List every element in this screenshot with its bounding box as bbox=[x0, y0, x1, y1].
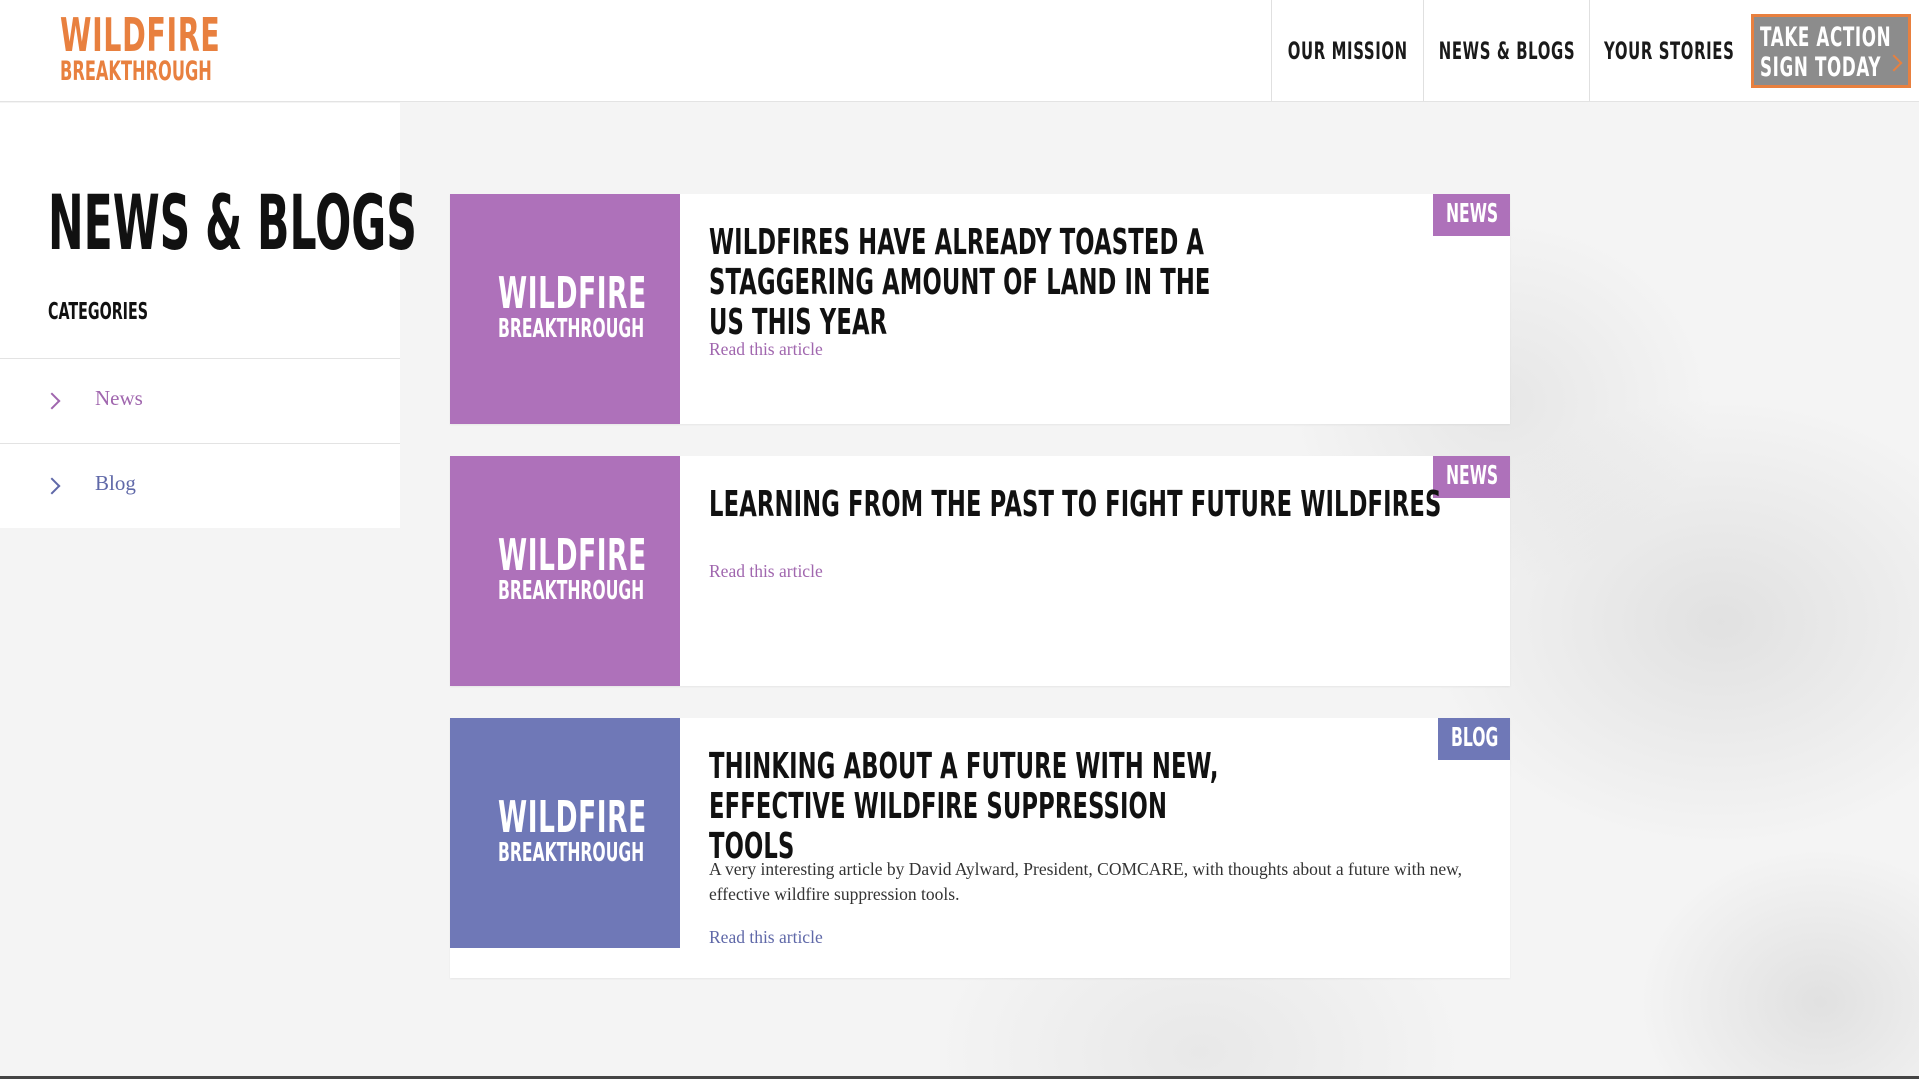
category-badge: BLOG bbox=[1438, 718, 1510, 760]
nav-your-stories[interactable]: YOUR STORIES bbox=[1589, 0, 1749, 101]
categories-heading: CATEGORIES bbox=[48, 299, 148, 325]
chevron-right-icon bbox=[43, 477, 61, 495]
article-excerpt: A very interesting article by David Aylw… bbox=[709, 859, 1463, 904]
sidebar: NEWS & BLOGS CATEGORIES News Blog bbox=[0, 103, 417, 528]
category-badge: NEWS bbox=[1433, 194, 1510, 236]
thumbnail-logo-line-2: BREAKTHROUGH bbox=[498, 838, 645, 868]
logo-line-2: BREAKTHROUGH bbox=[60, 56, 212, 87]
main-nav: OUR MISSION NEWS & BLOGS YOUR STORIES TA… bbox=[1271, 0, 1919, 102]
cta-line-1: TAKE ACTION bbox=[1760, 22, 1892, 53]
thumbnail-logo-line-1: WILDFIRE bbox=[498, 268, 647, 319]
category-news-label: News bbox=[95, 386, 143, 410]
chevron-right-icon bbox=[43, 392, 61, 410]
take-action-button[interactable]: TAKE ACTION SIGN TODAY bbox=[1751, 14, 1911, 88]
page-title: NEWS & BLOGS bbox=[48, 178, 417, 267]
category-blog-label: Blog bbox=[95, 471, 136, 495]
thumbnail-logo-line-1: WILDFIRE bbox=[498, 792, 647, 843]
logo-line-1: WILDFIRE bbox=[60, 8, 221, 62]
nav-news-blogs[interactable]: NEWS & BLOGS bbox=[1423, 0, 1589, 101]
category-news[interactable]: News bbox=[0, 358, 400, 442]
article-thumbnail[interactable]: WILDFIRE BREAKTHROUGH bbox=[450, 194, 680, 424]
thumbnail-logo: WILDFIRE BREAKTHROUGH bbox=[490, 534, 646, 608]
article-card: WILDFIRE BREAKTHROUGH NEWS LEARNING FROM… bbox=[450, 456, 1510, 686]
nav-your-stories-label: YOUR STORIES bbox=[1604, 36, 1735, 65]
category-blog[interactable]: Blog bbox=[0, 443, 400, 527]
article-thumbnail[interactable]: WILDFIRE BREAKTHROUGH bbox=[450, 456, 680, 686]
article-thumbnail[interactable]: WILDFIRE BREAKTHROUGH bbox=[450, 718, 680, 948]
site-header: WILDFIRE BREAKTHROUGH OUR MISSION NEWS &… bbox=[0, 0, 1919, 102]
read-article-link[interactable]: Read this article bbox=[709, 561, 823, 582]
thumbnail-logo-line-2: BREAKTHROUGH bbox=[498, 314, 645, 344]
nav-our-mission-label: OUR MISSION bbox=[1287, 36, 1408, 65]
article-title[interactable]: THINKING ABOUT A FUTURE WITH NEW, EFFECT… bbox=[709, 747, 1226, 867]
article-card: WILDFIRE BREAKTHROUGH BLOG THINKING ABOU… bbox=[450, 718, 1510, 978]
article-title[interactable]: WILDFIRES HAVE ALREADY TOASTED A STAGGER… bbox=[709, 223, 1238, 343]
nav-our-mission[interactable]: OUR MISSION bbox=[1271, 0, 1423, 101]
chevron-right-icon bbox=[1885, 54, 1903, 72]
thumbnail-logo-line-1: WILDFIRE bbox=[498, 530, 647, 581]
cta-line-2: SIGN TODAY bbox=[1760, 52, 1882, 83]
thumbnail-logo: WILDFIRE BREAKTHROUGH bbox=[490, 796, 646, 870]
category-badge-label: NEWS bbox=[1446, 199, 1499, 229]
category-badge-label: BLOG bbox=[1451, 723, 1499, 753]
article-card: WILDFIRE BREAKTHROUGH NEWS WILDFIRES HAV… bbox=[450, 194, 1510, 424]
read-article-link[interactable]: Read this article bbox=[709, 927, 823, 948]
thumbnail-logo: WILDFIRE BREAKTHROUGH bbox=[490, 272, 646, 346]
article-title[interactable]: LEARNING FROM THE PAST TO FIGHT FUTURE W… bbox=[709, 485, 1465, 525]
cta-wrapper: TAKE ACTION SIGN TODAY bbox=[1749, 0, 1919, 102]
site-logo[interactable]: WILDFIRE BREAKTHROUGH bbox=[60, 12, 319, 85]
nav-news-blogs-label: NEWS & BLOGS bbox=[1438, 36, 1575, 65]
read-article-link[interactable]: Read this article bbox=[709, 339, 823, 360]
thumbnail-logo-line-2: BREAKTHROUGH bbox=[498, 576, 645, 606]
